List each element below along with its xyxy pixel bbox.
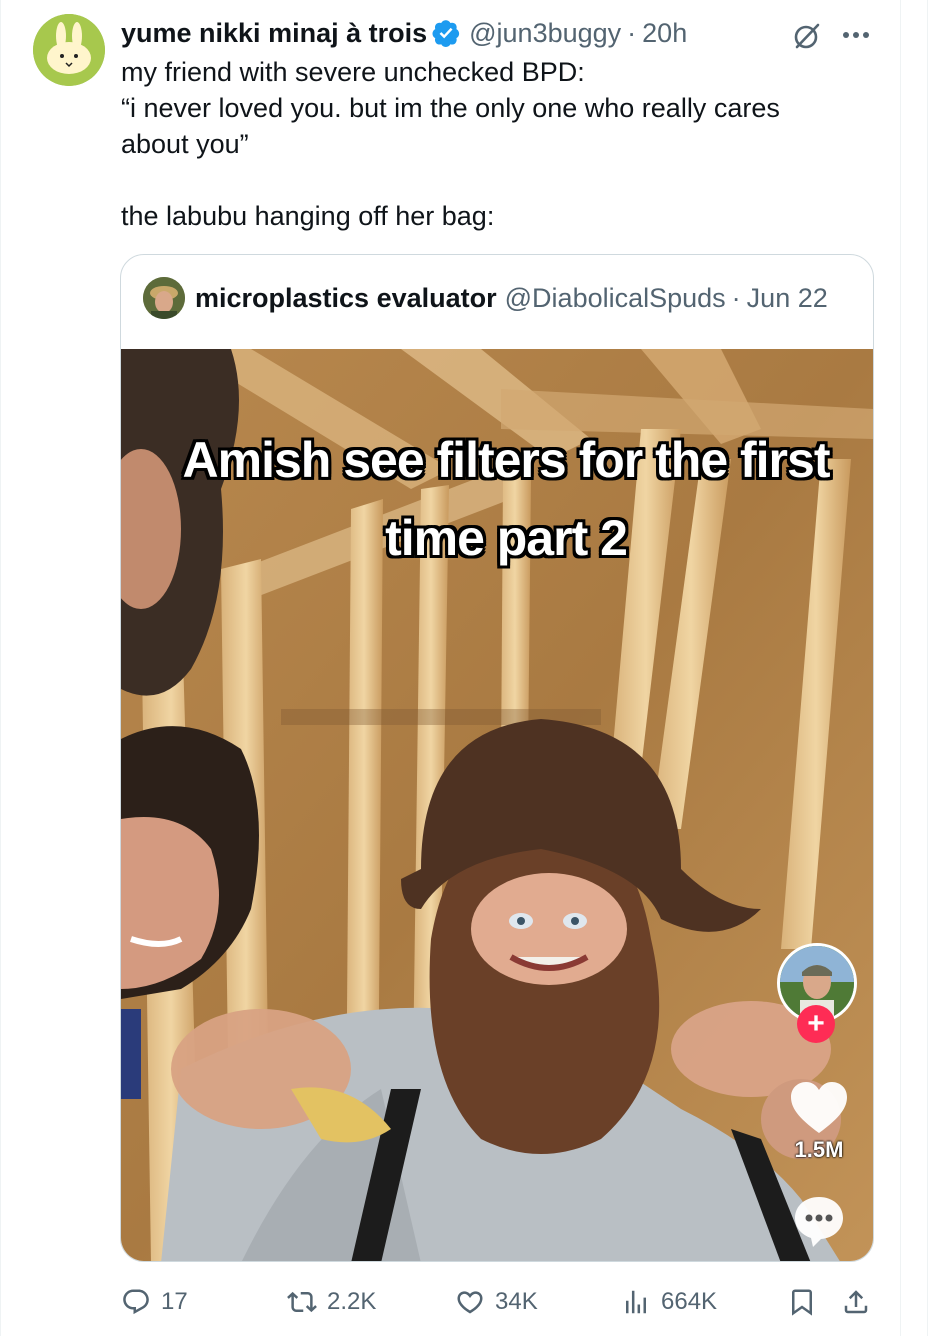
separator: ·: [627, 17, 637, 48]
video-media[interactable]: Amish see filters for the first time par…: [121, 349, 873, 1261]
heart-icon: [457, 1291, 483, 1314]
display-name[interactable]: yume nikki minaj à trois: [121, 18, 427, 49]
timestamp[interactable]: 20h: [642, 18, 687, 49]
avatar[interactable]: [33, 14, 105, 86]
tiktok-heart-icon[interactable]: [789, 1081, 849, 1135]
like-count: 34K: [495, 1288, 538, 1315]
verified-badge-icon: [431, 18, 461, 48]
quote-header: microplastics evaluator @DiabolicalSpuds…: [143, 277, 828, 319]
tiktok-follow-plus-icon[interactable]: +: [797, 1005, 835, 1043]
share-icon: [844, 1290, 868, 1314]
grok-icon[interactable]: [791, 20, 823, 52]
retweet-button[interactable]: 2.2K: [287, 1280, 376, 1324]
quote-timestamp[interactable]: Jun 22: [747, 283, 828, 314]
views-icon: [626, 1290, 646, 1314]
action-bar: 17 2.2K 34K 664K: [1, 1280, 928, 1324]
quote-handle[interactable]: @DiabolicalSpuds: [505, 283, 726, 314]
share-button[interactable]: [841, 1280, 871, 1324]
reply-count: 17: [161, 1288, 188, 1315]
quote-display-name[interactable]: microplastics evaluator: [195, 283, 497, 314]
tiktok-like-count: 1.5M: [794, 1137, 844, 1162]
bookmark-button[interactable]: [787, 1280, 817, 1324]
tweet-header: yume nikki minaj à trois @jun3buggy · 20…: [121, 16, 687, 50]
tweet-text-gap: [121, 162, 841, 198]
retweet-icon: [287, 1291, 317, 1313]
like-button[interactable]: 34K: [455, 1280, 538, 1324]
reply-button[interactable]: 17: [121, 1280, 188, 1324]
tweet-text-line: the labubu hanging off her bag:: [121, 201, 495, 231]
retweet-count: 2.2K: [327, 1288, 377, 1315]
bookmark-icon: [792, 1289, 812, 1316]
quoted-tweet[interactable]: microplastics evaluator @DiabolicalSpuds…: [120, 254, 874, 1262]
reply-icon: [123, 1289, 149, 1315]
tweet[interactable]: yume nikki minaj à trois @jun3buggy · 20…: [0, 0, 928, 1336]
tweet-text-line: my friend with severe unchecked BPD:: [121, 57, 585, 87]
divider: [900, 0, 901, 1336]
more-icon[interactable]: [839, 20, 873, 50]
quote-separator: ·: [731, 282, 741, 313]
views-count: 664K: [661, 1288, 718, 1315]
tiktok-comment-icon[interactable]: [791, 1193, 847, 1249]
tweet-text-line: “i never loved you. but im the only one …: [121, 93, 780, 159]
avatar-bunny-image: [33, 14, 105, 86]
quote-avatar-image: [143, 277, 185, 319]
quote-avatar[interactable]: [143, 277, 185, 319]
views-button[interactable]: 664K: [621, 1280, 717, 1324]
handle[interactable]: @jun3buggy: [469, 18, 621, 49]
tweet-text: my friend with severe unchecked BPD: “i …: [121, 54, 841, 234]
video-caption: Amish see filters for the first time par…: [182, 432, 831, 566]
